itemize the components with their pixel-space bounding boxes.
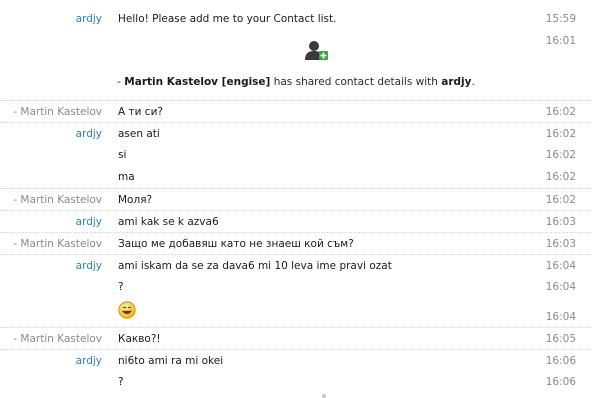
message-row: ardjy ami kak se k azva6 16:03 <box>0 210 592 233</box>
message-time: 16:05 <box>545 333 576 345</box>
message-time: 16:02 <box>545 149 576 161</box>
contact-share-row: 16:01 <box>0 30 592 52</box>
message-text: ? <box>118 281 124 293</box>
message-time: 16:03 <box>545 238 576 250</box>
sender-name[interactable]: - Martin Kastelov <box>13 106 102 118</box>
message-time: 16:02 <box>545 194 576 206</box>
message-time: 16:04 <box>545 311 576 323</box>
notice-suffix: . <box>471 76 475 88</box>
message-text: ami iskam da se za dava6 mi 10 leva ime … <box>118 260 392 272</box>
scroll-indicator <box>322 394 326 398</box>
sender-name[interactable]: ardjy <box>76 260 102 272</box>
sender-name[interactable]: ardjy <box>76 128 102 140</box>
message-text: Hello! Please add me to your Contact lis… <box>118 13 337 25</box>
contact-share-notice: - Martin Kastelov [engise] has shared co… <box>0 76 592 88</box>
message-time: 16:02 <box>545 171 576 183</box>
message-row: ardjy ni6to ami ra mi okei 16:06 <box>0 349 592 372</box>
message-row: ardjy asen ati 16:02 <box>0 122 592 145</box>
message-text: А ти си? <box>118 106 163 118</box>
message-row: si 16:02 <box>0 144 592 166</box>
message-text: Защо ме добавяш като не знаеш кой съм? <box>118 238 354 250</box>
message-row: - Martin Kastelov Какво?! 16:05 <box>0 327 592 350</box>
notice-from[interactable]: Martin Kastelov [engise] <box>124 76 270 88</box>
message-row: ardjy Hello! Please add me to your Conta… <box>0 8 592 30</box>
message-text: si <box>118 149 127 161</box>
message-time: 16:03 <box>545 216 576 228</box>
message-time: 16:06 <box>545 355 576 367</box>
sender-name[interactable]: ardjy <box>76 216 102 228</box>
message-time: 16:02 <box>545 128 576 140</box>
message-row: ma 16:02 <box>0 166 592 188</box>
message-row: 16:04 <box>0 306 592 328</box>
message-text: ? <box>118 376 124 388</box>
notice-middle: has shared contact details with <box>270 76 442 88</box>
message-row: ? 16:04 <box>0 276 592 298</box>
smile-emoticon-icon <box>118 301 136 319</box>
sender-name[interactable]: ardjy <box>76 13 102 25</box>
message-time: 15:59 <box>545 13 576 25</box>
message-row: - Martin Kastelov Защо ме добавяш като н… <box>0 232 592 255</box>
message-time: 16:04 <box>545 260 576 272</box>
sender-name[interactable]: - Martin Kastelov <box>13 194 102 206</box>
notice-to[interactable]: ardjy <box>441 76 471 88</box>
message-row: - Martin Kastelov Моля? 16:02 <box>0 188 592 211</box>
message-text: ni6to ami ra mi okei <box>118 355 224 367</box>
message-row: ardjy ami iskam da se za dava6 mi 10 lev… <box>0 254 592 277</box>
message-time: 16:06 <box>545 376 576 388</box>
message-text: ami kak se k azva6 <box>118 216 219 228</box>
message-time: 16:04 <box>545 281 576 293</box>
message-time: 16:01 <box>545 35 576 47</box>
sender-name[interactable]: - Martin Kastelov <box>13 333 102 345</box>
message-row: - Martin Kastelov А ти си? 16:02 <box>0 100 592 123</box>
message-text: Какво?! <box>118 333 161 345</box>
sender-name[interactable]: - Martin Kastelov <box>13 238 102 250</box>
message-time: 16:02 <box>545 106 576 118</box>
add-contact-icon <box>305 41 328 60</box>
chat-history[interactable]: ardjy Hello! Please add me to your Conta… <box>0 0 592 398</box>
sender-name[interactable]: ardjy <box>76 355 102 367</box>
message-text: asen ati <box>118 128 160 140</box>
message-row: ? 16:06 <box>0 371 592 393</box>
message-text: Моля? <box>118 194 153 206</box>
message-text: ma <box>118 171 135 183</box>
